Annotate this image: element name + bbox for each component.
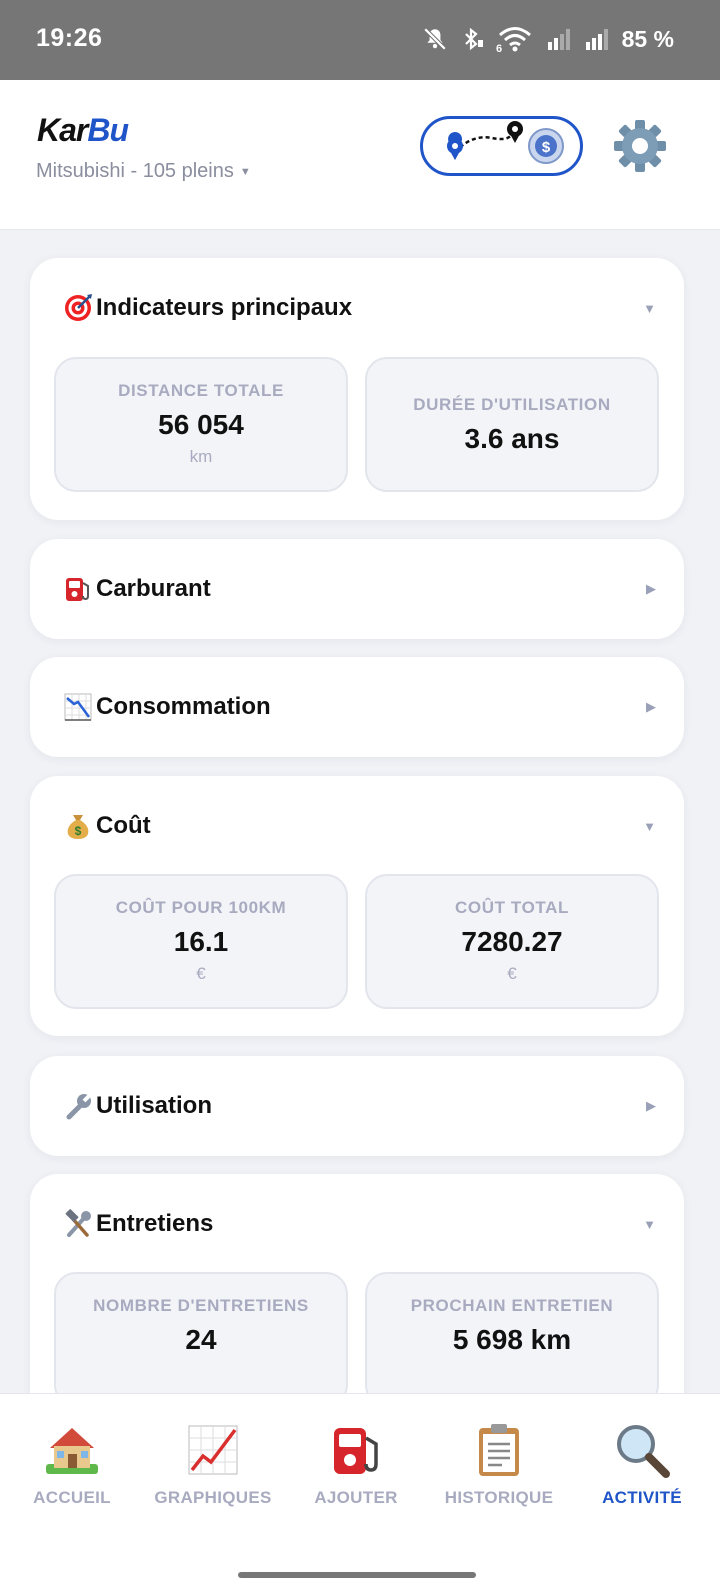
- chevron-right-icon: ▶: [646, 581, 656, 596]
- tile-label: NOMBRE D'ENTRETIENS: [93, 1296, 309, 1315]
- tile-nombre-entretiens: NOMBRE D'ENTRETIENS 24: [54, 1272, 348, 1393]
- chevron-right-icon: ▶: [646, 699, 656, 714]
- section-carburant[interactable]: Carburant ▶: [30, 539, 684, 639]
- battery-level: 85 %: [621, 25, 674, 52]
- home-indicator[interactable]: [238, 1572, 476, 1578]
- section-entretiens-header[interactable]: Entretiens ▼: [62, 1174, 656, 1274]
- tile-value: 3.6 ans: [464, 423, 560, 454]
- tile-label: PROCHAIN ENTRETIEN: [410, 1296, 614, 1315]
- status-icons: 6 85 %: [422, 22, 674, 56]
- route-icon: [447, 121, 523, 160]
- tile-label: COÛT TOTAL: [455, 898, 569, 917]
- svg-text:$: $: [75, 824, 82, 838]
- signal-sim1-icon: [547, 29, 570, 50]
- magnifier-icon: [617, 1425, 670, 1478]
- tile-cout-total: COÛT TOTAL 7280.27 €: [365, 874, 659, 1009]
- tab-accueil[interactable]: ACCUEIL: [2, 1420, 142, 1508]
- stats-scroll-area[interactable]: Indicateurs principaux ▼ DISTANCE TOTALE…: [0, 231, 720, 1393]
- tile-duree-utilisation: DURÉE D'UTILISATION 3.6 ans: [365, 357, 659, 492]
- section-consommation[interactable]: Consommation ▶: [30, 657, 684, 757]
- section-cout: $ Coût ▼ COÛT POUR 100KM 16.1 € COÛT TOT…: [30, 776, 684, 1036]
- tile-label: COÛT POUR 100KM: [115, 898, 287, 917]
- section-title: Utilisation: [96, 1092, 213, 1119]
- logo-accent: Bu: [87, 112, 129, 148]
- house-icon: [46, 1428, 98, 1474]
- fuel-pump-icon: [62, 573, 94, 605]
- section-consommation-header[interactable]: Consommation ▶: [62, 657, 656, 757]
- bluetooth-icon: [464, 27, 483, 51]
- logo-primary: Kar: [37, 112, 88, 148]
- tile-cout-100km: COÛT POUR 100KM 16.1 €: [54, 874, 348, 1009]
- app-header: KarBu Mitsubishi - 105 pleins ▼ $: [0, 80, 720, 230]
- section-cout-header[interactable]: $ Coût ▼: [62, 776, 656, 876]
- tab-ajouter[interactable]: AJOUTER: [286, 1420, 426, 1508]
- section-indicateurs: Indicateurs principaux ▼ DISTANCE TOTALE…: [30, 258, 684, 520]
- tab-label: AJOUTER: [314, 1488, 398, 1507]
- section-title: Entretiens: [96, 1210, 214, 1237]
- svg-text:6: 6: [496, 43, 502, 53]
- chevron-down-icon: ▼: [643, 300, 656, 316]
- signal-sim2-icon: [585, 29, 608, 50]
- tile-distance-totale: DISTANCE TOTALE 56 054 km: [54, 357, 348, 492]
- app-logo: KarBu: [37, 112, 129, 149]
- chart-icon: [188, 1425, 238, 1475]
- tile-unit: €: [507, 964, 517, 983]
- section-title: Coût: [96, 812, 151, 839]
- clipboard-icon: [479, 1424, 519, 1476]
- money-bag-icon: $: [62, 810, 94, 842]
- wifi-icon: 6: [496, 27, 531, 53]
- tab-graphiques[interactable]: GRAPHIQUES: [143, 1420, 283, 1508]
- tile-value: 24: [185, 1324, 217, 1355]
- svg-text:$: $: [542, 139, 551, 156]
- tab-label: HISTORIQUE: [444, 1488, 554, 1507]
- tab-label: GRAPHIQUES: [154, 1488, 272, 1507]
- tile-value: 16.1: [173, 926, 229, 957]
- tab-historique[interactable]: HISTORIQUE: [429, 1420, 569, 1508]
- tile-prochain-entretien: PROCHAIN ENTRETIEN 5 698 km: [365, 1272, 659, 1393]
- section-carburant-header[interactable]: Carburant ▶: [62, 539, 656, 639]
- tile-unit: km: [189, 447, 213, 466]
- fuel-pump-icon: [334, 1428, 378, 1474]
- coin-icon: $: [528, 128, 564, 164]
- section-title: Consommation: [96, 693, 271, 720]
- chevron-right-icon: ▶: [646, 1098, 656, 1113]
- caret-down-icon: ▼: [239, 165, 251, 178]
- chevron-down-icon: ▼: [643, 818, 656, 834]
- tile-value: 5 698 km: [452, 1324, 572, 1355]
- route-cost-button[interactable]: $: [420, 116, 583, 176]
- tab-activite[interactable]: ACTIVITÉ: [572, 1420, 712, 1508]
- chevron-down-icon: ▼: [643, 1216, 656, 1232]
- tile-label: DURÉE D'UTILISATION: [413, 395, 611, 414]
- target-icon: [62, 292, 94, 324]
- section-title: Indicateurs principaux: [96, 294, 353, 321]
- status-bar: 19:26 6 85 %: [0, 0, 720, 80]
- tab-label: ACTIVITÉ: [602, 1488, 682, 1507]
- hammer-and-wrench-icon: [62, 1208, 94, 1240]
- vehicle-selector[interactable]: Mitsubishi - 105 pleins ▼: [36, 160, 251, 183]
- gear-icon[interactable]: [612, 118, 668, 174]
- tile-label: DISTANCE TOTALE: [118, 381, 284, 400]
- wrench-icon: [62, 1090, 94, 1122]
- tile-value: 56 054: [158, 409, 244, 440]
- section-indicateurs-header[interactable]: Indicateurs principaux ▼: [62, 258, 656, 358]
- section-utilisation-header[interactable]: Utilisation ▶: [62, 1056, 656, 1156]
- muted-bell-icon: [423, 27, 446, 51]
- tab-label: ACCUEIL: [33, 1488, 111, 1507]
- tile-unit: €: [196, 964, 206, 983]
- status-time: 19:26: [36, 24, 103, 52]
- section-entretiens: Entretiens ▼ NOMBRE D'ENTRETIENS 24 PROC…: [30, 1174, 684, 1393]
- section-title: Carburant: [96, 575, 211, 602]
- vehicle-summary: Mitsubishi - 105 pleins: [36, 160, 234, 182]
- tile-value: 7280.27: [461, 926, 563, 957]
- bottom-tab-bar: ACCUEIL GRAPHIQUES AJOUTER HISTORIQUE AC…: [0, 1393, 720, 1584]
- chart-decreasing-icon: [62, 691, 94, 723]
- section-utilisation[interactable]: Utilisation ▶: [30, 1056, 684, 1156]
